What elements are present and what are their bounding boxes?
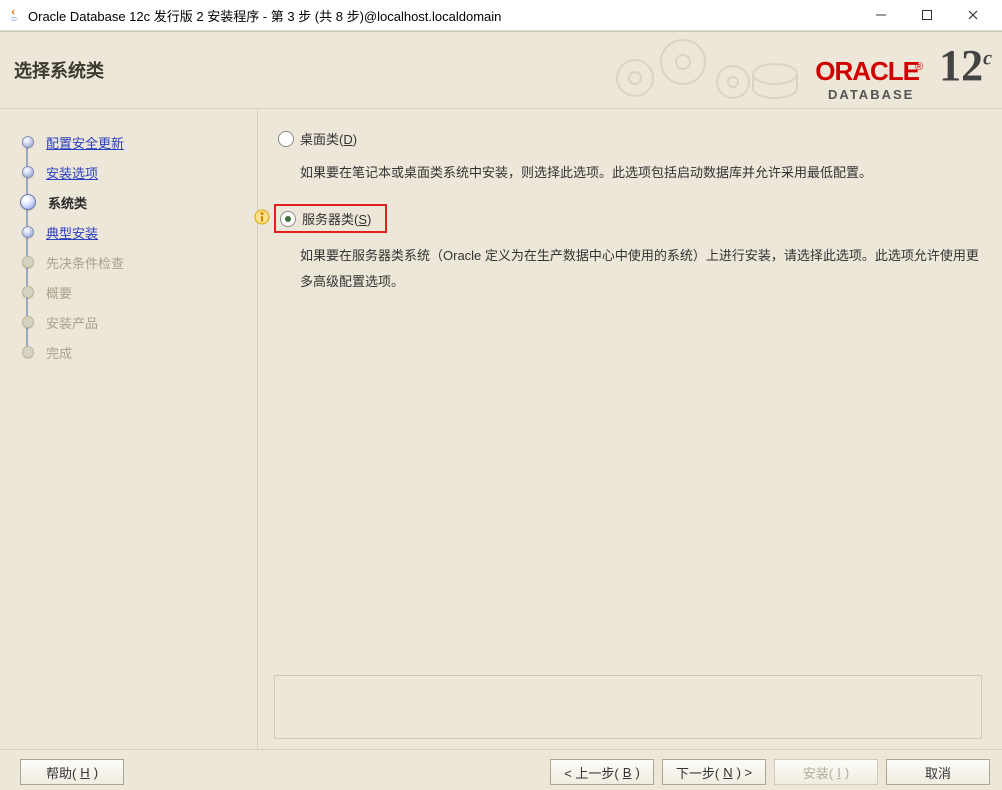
option-desktop-description: 如果要在笔记本或桌面类系统中安装，则选择此选项。此选项包括启动数据库并允许采用最… xyxy=(300,160,982,186)
step-label[interactable]: 安装选项 xyxy=(46,163,98,182)
cancel-button[interactable]: 取消 xyxy=(886,759,990,785)
close-button[interactable] xyxy=(950,0,996,30)
step-label[interactable]: 典型安装 xyxy=(46,223,98,242)
step-security-updates[interactable]: 配置安全更新 xyxy=(8,127,249,157)
step-label: 系统类 xyxy=(48,193,87,212)
step-label: 先决条件检查 xyxy=(46,253,124,272)
installer-window: 选择系统类 ORACLE® DATABASE 12c xyxy=(0,31,1002,790)
database-wordmark: DATABASE xyxy=(828,87,914,102)
wizard-body: 配置安全更新 安装选项 系统类 典型安装 先决条件检查 概要 xyxy=(0,109,1002,749)
step-bullet-icon xyxy=(22,226,34,238)
step-bullet-icon xyxy=(22,346,34,358)
step-bullet-icon xyxy=(20,194,36,210)
step-bullet-icon xyxy=(22,166,34,178)
step-install-product: 安装产品 xyxy=(8,307,249,337)
radio-server-label: 服务器类(S) xyxy=(302,209,371,228)
step-label: 概要 xyxy=(46,283,72,302)
install-button: 安装(I) xyxy=(774,759,878,785)
step-bullet-icon xyxy=(22,256,34,268)
minimize-button[interactable] xyxy=(858,0,904,30)
oracle-wordmark: ORACLE xyxy=(815,56,919,86)
hint-icon xyxy=(254,209,270,228)
option-desktop-class: 桌面类(D) 如果要在笔记本或桌面类系统中安装，则选择此选项。此选项包括启动数据… xyxy=(274,127,982,186)
window-controls xyxy=(858,0,996,30)
radio-desktop-label: 桌面类(D) xyxy=(300,129,357,148)
step-prereq-check: 先决条件检查 xyxy=(8,247,249,277)
maximize-button[interactable] xyxy=(904,0,950,30)
step-finish: 完成 xyxy=(8,337,249,367)
wizard-header: 选择系统类 ORACLE® DATABASE 12c xyxy=(0,32,1002,109)
step-typical-install[interactable]: 典型安装 xyxy=(8,217,249,247)
step-bullet-icon xyxy=(22,286,34,298)
header-branding: ORACLE® DATABASE 12c xyxy=(605,38,992,104)
step-label[interactable]: 配置安全更新 xyxy=(46,133,124,152)
radio-server[interactable] xyxy=(280,211,296,227)
back-button[interactable]: < 上一步(B) xyxy=(550,759,654,785)
page-title: 选择系统类 xyxy=(14,57,104,83)
step-summary: 概要 xyxy=(8,277,249,307)
window-titlebar: Oracle Database 12c 发行版 2 安装程序 - 第 3 步 (… xyxy=(0,0,1002,31)
wizard-steps-sidebar: 配置安全更新 安装选项 系统类 典型安装 先决条件检查 概要 xyxy=(0,109,258,749)
option-server-class: 服务器类(S) 如果要在服务器类系统（Oracle 定义为在生产数据中心中使用的… xyxy=(274,204,982,295)
next-button[interactable]: 下一步(N) > xyxy=(662,759,766,785)
system-class-options: 桌面类(D) 如果要在笔记本或桌面类系统中安装，则选择此选项。此选项包括启动数据… xyxy=(274,127,982,675)
window-title: Oracle Database 12c 发行版 2 安装程序 - 第 3 步 (… xyxy=(28,6,858,25)
option-desktop-row[interactable]: 桌面类(D) xyxy=(274,127,982,150)
wizard-content: 桌面类(D) 如果要在笔记本或桌面类系统中安装，则选择此选项。此选项包括启动数据… xyxy=(258,109,1002,749)
option-server-row[interactable]: 服务器类(S) xyxy=(276,207,375,230)
step-system-class: 系统类 xyxy=(8,187,249,217)
version-wordmark: 12c xyxy=(939,40,992,91)
option-server-description: 如果要在服务器类系统（Oracle 定义为在生产数据中心中使用的系统）上进行安装… xyxy=(300,243,982,295)
step-label: 安装产品 xyxy=(46,313,98,332)
message-area xyxy=(274,675,982,739)
oracle-brand: ORACLE® DATABASE 12c xyxy=(815,40,992,102)
gears-icon xyxy=(605,38,805,104)
step-install-options[interactable]: 安装选项 xyxy=(8,157,249,187)
java-icon xyxy=(6,7,22,23)
option-server-highlight: 服务器类(S) xyxy=(274,204,387,233)
step-bullet-icon xyxy=(22,136,34,148)
step-bullet-icon xyxy=(22,316,34,328)
step-label: 完成 xyxy=(46,343,72,362)
wizard-footer: 帮助(H) < 上一步(B) 下一步(N) > 安装(I) 取消 xyxy=(0,749,1002,790)
radio-desktop[interactable] xyxy=(278,131,294,147)
help-button[interactable]: 帮助(H) xyxy=(20,759,124,785)
